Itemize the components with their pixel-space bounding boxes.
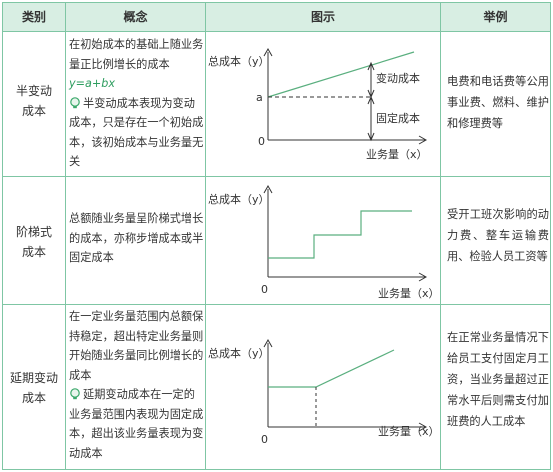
category-line: 阶梯式 <box>15 225 52 239</box>
row-step-example: 受开工班次影响的动力费、整车运输费用、检验人员工资等 <box>447 208 549 263</box>
lightbulb-icon <box>70 96 80 108</box>
category-line: 成本 <box>21 391 46 405</box>
tip-paragraph: 延期变动成本在一定的业务量范围内表现为固定成本，超出该业务量表现为变动成本 <box>69 385 205 463</box>
x-axis-label: 业务量（x） <box>378 287 440 300</box>
column-divider <box>440 3 441 469</box>
origin-label: 0 <box>261 433 268 446</box>
header-category: 类别 <box>21 10 46 24</box>
fixed-cost-annotation: 固定成本 <box>376 111 420 125</box>
row-step-concept: 总额随业务量呈阶梯式增长的成本，亦称步增成本或半固定成本 <box>69 209 205 268</box>
row-delayed-variable-concept: 在一定业务量范围内总额保持稳定，超出特定业务量则开始随业务量同比例增长的成本 延… <box>69 307 205 463</box>
intercept-label: a <box>256 91 263 104</box>
tip-text: 延期变动成本在一定的业务量范围内表现为固定成本，超出该业务量表现为变动成本 <box>69 388 204 460</box>
tip-paragraph: 半变动成本表现为变动成本，只是存在一个初始成本，该初始成本与业务量无关 <box>69 94 205 172</box>
tip-text: 半变动成本表现为变动成本，只是存在一个初始成本，该初始成本与业务量无关 <box>69 96 204 169</box>
concept-text: 总额随业务量呈阶梯式增长的成本，亦称步增成本或半固定成本 <box>69 212 204 264</box>
category-line: 成本 <box>21 104 46 118</box>
table-header: 类别 概念 图示 举例 <box>3 3 550 32</box>
header-diagram: 图示 <box>310 10 335 24</box>
step-cost-line <box>268 210 412 259</box>
header-example: 举例 <box>483 10 508 24</box>
y-axis-label: 总成本（y） <box>208 192 270 206</box>
y-axis-label: 总成本（y） <box>208 346 270 360</box>
category-line: 半变动 <box>15 84 52 98</box>
row-semi-variable-concept: 在初始成本的基础上随业务量正比例增长的成本 y=a+bx 半变动成本表现为变动成… <box>69 35 205 172</box>
category-line: 成本 <box>21 245 46 259</box>
row-semi-variable-example: 电费和电话费等公用事业费、燃料、维护和修理费等 <box>447 75 549 130</box>
step-cost-diagram: 总成本（y） 0 业务量（x） <box>208 184 440 300</box>
lightbulb-icon <box>70 388 80 400</box>
row-step-category: 阶梯式 成本 <box>3 222 65 262</box>
cost-table: 类别 概念 图示 举例 半变动 成本 在初始成本的基础上随业务量正比例增长的成本… <box>2 2 551 470</box>
x-axis-label: 业务量（x） <box>366 148 428 161</box>
row-delayed-variable-category: 延期变动 成本 <box>3 368 65 408</box>
delayed-variable-cost-diagram: 总成本（y） 0 业务量（x） <box>208 338 440 446</box>
semi-variable-cost-diagram: 总成本（y） 变动成本 固定成本 a 0 业务量（x） <box>208 47 428 161</box>
header-concept: 概念 <box>123 10 148 24</box>
origin-label: 0 <box>258 135 265 148</box>
origin-label: 0 <box>261 283 268 296</box>
x-axis-label: 业务量（x） <box>378 425 440 438</box>
variable-cost-annotation: 变动成本 <box>376 71 420 85</box>
delayed-variable-cost-line <box>268 349 395 388</box>
column-divider <box>65 3 66 469</box>
concept-text: 在一定业务量范围内总额保持稳定，超出特定业务量则开始随业务量同比例增长的成本 <box>69 310 204 382</box>
category-line: 延期变动 <box>9 371 58 385</box>
y-axis-label: 总成本（y） <box>208 54 270 68</box>
row-semi-variable-category: 半变动 成本 <box>3 81 65 121</box>
row-delayed-variable-example: 在正常业务量情况下给员工支付固定月工资，当业务量超过正常水平后则需支付加班费的人… <box>447 331 549 428</box>
formula: y=a+bx <box>69 77 115 90</box>
concept-text: 在初始成本的基础上随业务量正比例增长的成本 <box>69 38 204 71</box>
